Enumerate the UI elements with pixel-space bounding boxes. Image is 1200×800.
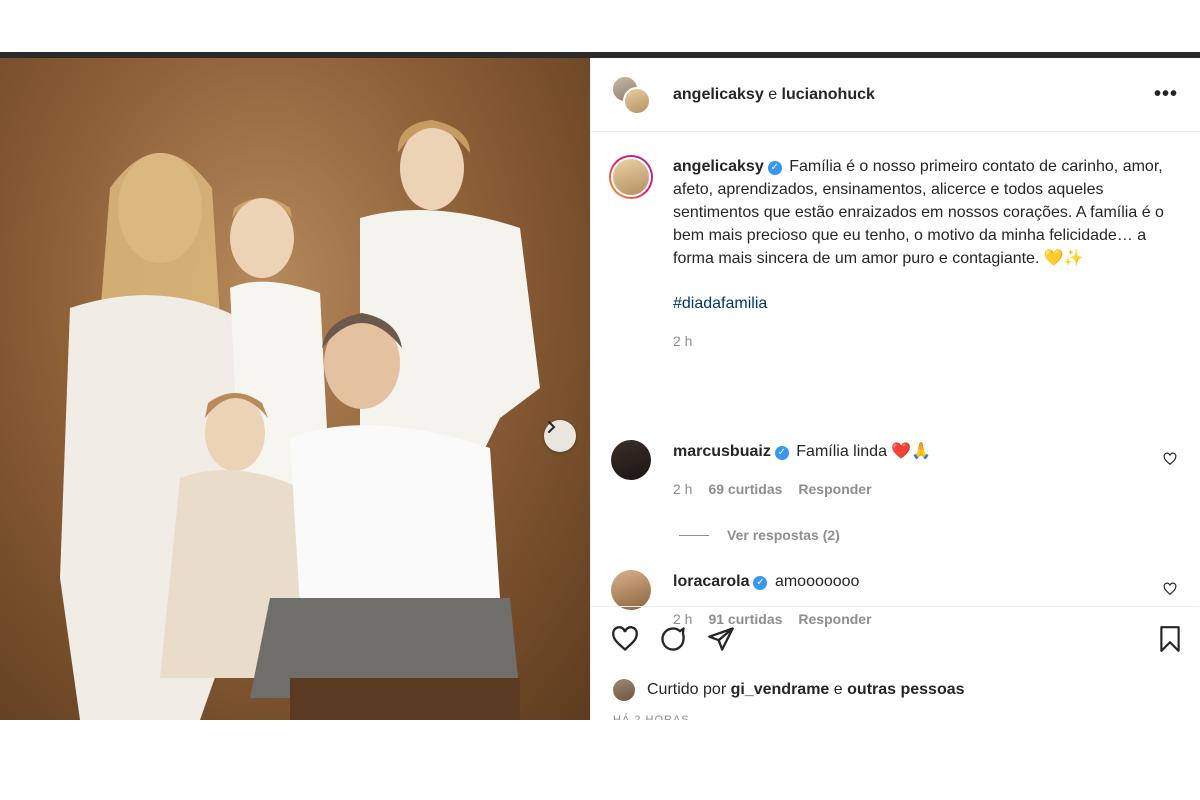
heart-icon[interactable] <box>611 625 639 653</box>
comment-icon[interactable] <box>659 625 687 653</box>
post-photo[interactable] <box>0 58 590 720</box>
caption: angelicaksy ✓ Família é o nosso primeiro … <box>609 155 1177 353</box>
chevron-right-icon <box>548 421 556 433</box>
comment-meta: 2 h 69 curtidas Responder <box>673 478 1177 501</box>
post-sidebar: angelicaksy e lucianohuck ••• angelicaks… <box>590 58 1200 726</box>
more-icon: ••• <box>1153 83 1178 105</box>
next-photo-button[interactable] <box>544 420 576 452</box>
verified-icon: ✓ <box>753 576 768 590</box>
avatar[interactable] <box>611 440 651 480</box>
page-bottom-area <box>0 720 1200 800</box>
heart-icon[interactable] <box>1163 582 1177 596</box>
avatar[interactable] <box>611 570 651 610</box>
comment-time[interactable]: 2 h <box>673 478 692 501</box>
comments-list: angelicaksy ✓ Família é o nosso primeiro … <box>591 133 1199 627</box>
caption-username[interactable]: angelicaksy <box>673 158 764 175</box>
story-ring-avatar[interactable] <box>609 155 653 199</box>
comment-username[interactable]: marcusbuaiz <box>673 443 771 460</box>
instagram-post: angelicaksy e lucianohuck ••• angelicaks… <box>0 58 1200 726</box>
post-authors: angelicaksy e lucianohuck <box>673 86 1154 104</box>
bookmark-icon[interactable] <box>1157 625 1183 653</box>
comment-username[interactable]: loracarola <box>673 573 749 590</box>
comment-item: marcusbuaiz ✓ Família linda ❤️🙏 2 h 69 cu… <box>611 440 1177 501</box>
comment-text: amooooooo <box>774 573 860 590</box>
replies-divider <box>679 534 709 536</box>
post-actions: Curtido por gi_vendrame e outras pessoas… <box>591 606 1199 726</box>
share-icon[interactable] <box>707 625 735 653</box>
action-bar <box>611 625 735 653</box>
author-joiner: e <box>768 85 778 103</box>
caption-meta: 2 h <box>673 330 1177 353</box>
post-header: angelicaksy e lucianohuck ••• <box>591 58 1200 132</box>
reply-button[interactable]: Responder <box>798 478 871 501</box>
avatar[interactable] <box>613 679 635 701</box>
liked-by: Curtido por gi_vendrame e outras pessoas <box>613 679 965 701</box>
comment-likes[interactable]: 69 curtidas <box>708 478 782 501</box>
caption-time[interactable]: 2 h <box>673 330 692 353</box>
liked-by-others[interactable]: outras pessoas <box>847 681 964 699</box>
heart-icon[interactable] <box>1163 452 1177 466</box>
liked-by-user[interactable]: gi_vendrame <box>731 681 830 699</box>
verified-icon: ✓ <box>774 446 789 460</box>
browser-top-area <box>0 0 1200 52</box>
liked-by-joiner: e <box>833 681 843 698</box>
verified-icon: ✓ <box>767 161 782 175</box>
comment-text: Família linda ❤️🙏 <box>796 443 932 460</box>
view-replies-button[interactable]: Ver respostas (2) <box>679 527 840 543</box>
collab-avatars[interactable] <box>611 74 651 115</box>
avatar[interactable] <box>623 86 651 115</box>
hashtag-link[interactable]: #diadafamilia <box>673 292 1177 315</box>
author-link[interactable]: angelicaksy <box>673 86 764 103</box>
liked-by-prefix: Curtido por <box>647 681 727 698</box>
more-options-button[interactable]: ••• <box>1154 83 1178 106</box>
author-link[interactable]: lucianohuck <box>782 86 875 103</box>
view-replies-label: Ver respostas (2) <box>727 527 840 543</box>
family-photo-illustration <box>60 120 540 720</box>
